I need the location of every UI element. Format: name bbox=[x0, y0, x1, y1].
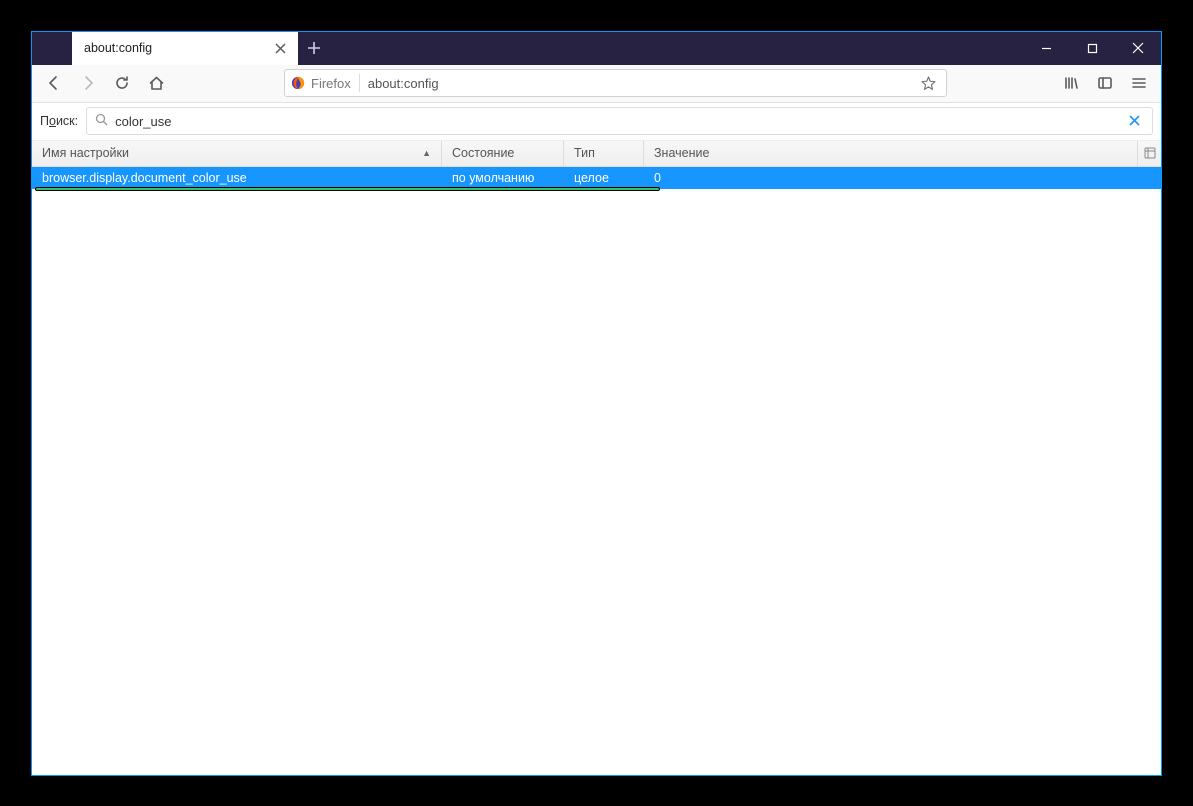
firefox-icon bbox=[291, 76, 305, 90]
column-header-label: Тип bbox=[574, 146, 595, 160]
cell-state: по умолчанию bbox=[442, 171, 564, 185]
tab-strip-leading-space bbox=[32, 32, 72, 65]
minimize-button[interactable] bbox=[1023, 32, 1069, 65]
close-tab-icon[interactable] bbox=[272, 40, 288, 56]
config-search-bar: Поиск: bbox=[32, 103, 1161, 141]
navigation-toolbar: Firefox about:config bbox=[32, 65, 1161, 103]
table-row[interactable]: browser.display.document_color_use по ум… bbox=[32, 167, 1161, 189]
toolbar-right-icons bbox=[1055, 67, 1155, 99]
url-separator bbox=[359, 74, 360, 92]
cell-type: целое bbox=[564, 171, 644, 185]
search-icon bbox=[95, 113, 109, 129]
maximize-button[interactable] bbox=[1069, 32, 1115, 65]
home-button[interactable] bbox=[140, 67, 172, 99]
identity-host: Firefox bbox=[311, 76, 351, 91]
column-picker-icon[interactable] bbox=[1137, 141, 1161, 166]
column-header-name[interactable]: Имя настройки ▲ bbox=[32, 141, 442, 166]
sort-ascending-icon: ▲ bbox=[422, 148, 431, 158]
column-header-label: Значение bbox=[654, 146, 709, 160]
browser-tab-active[interactable]: about:config bbox=[72, 32, 298, 65]
config-rows: browser.display.document_color_use по ум… bbox=[32, 167, 1161, 775]
search-field[interactable] bbox=[86, 107, 1153, 135]
cell-name: browser.display.document_color_use bbox=[32, 171, 442, 185]
window-controls bbox=[1023, 32, 1161, 65]
column-header-state[interactable]: Состояние bbox=[442, 141, 564, 166]
highlight-annotation bbox=[35, 187, 660, 191]
address-bar[interactable]: Firefox about:config bbox=[284, 69, 947, 97]
title-bar: about:config bbox=[32, 32, 1161, 65]
menu-icon[interactable] bbox=[1123, 67, 1155, 99]
back-button[interactable] bbox=[38, 67, 70, 99]
tab-title: about:config bbox=[84, 41, 272, 55]
column-header-label: Имя настройки bbox=[42, 146, 129, 160]
close-window-button[interactable] bbox=[1115, 32, 1161, 65]
browser-window: about:config bbox=[31, 31, 1162, 776]
cell-value: 0 bbox=[644, 171, 1161, 185]
column-header-label: Состояние bbox=[452, 146, 514, 160]
bookmark-star-icon[interactable] bbox=[916, 76, 940, 91]
table-header-row: Имя настройки ▲ Состояние Тип Значение bbox=[32, 141, 1161, 167]
forward-button[interactable] bbox=[72, 67, 104, 99]
new-tab-button[interactable] bbox=[298, 32, 330, 65]
clear-search-icon[interactable] bbox=[1125, 113, 1144, 130]
identity-box[interactable]: Firefox bbox=[291, 76, 359, 91]
column-header-value[interactable]: Значение bbox=[644, 141, 1137, 166]
url-text: about:config bbox=[368, 76, 916, 91]
search-input[interactable] bbox=[115, 114, 1125, 129]
reload-button[interactable] bbox=[106, 67, 138, 99]
column-header-type[interactable]: Тип bbox=[564, 141, 644, 166]
library-icon[interactable] bbox=[1055, 67, 1087, 99]
sidebar-icon[interactable] bbox=[1089, 67, 1121, 99]
search-label: Поиск: bbox=[40, 114, 78, 128]
